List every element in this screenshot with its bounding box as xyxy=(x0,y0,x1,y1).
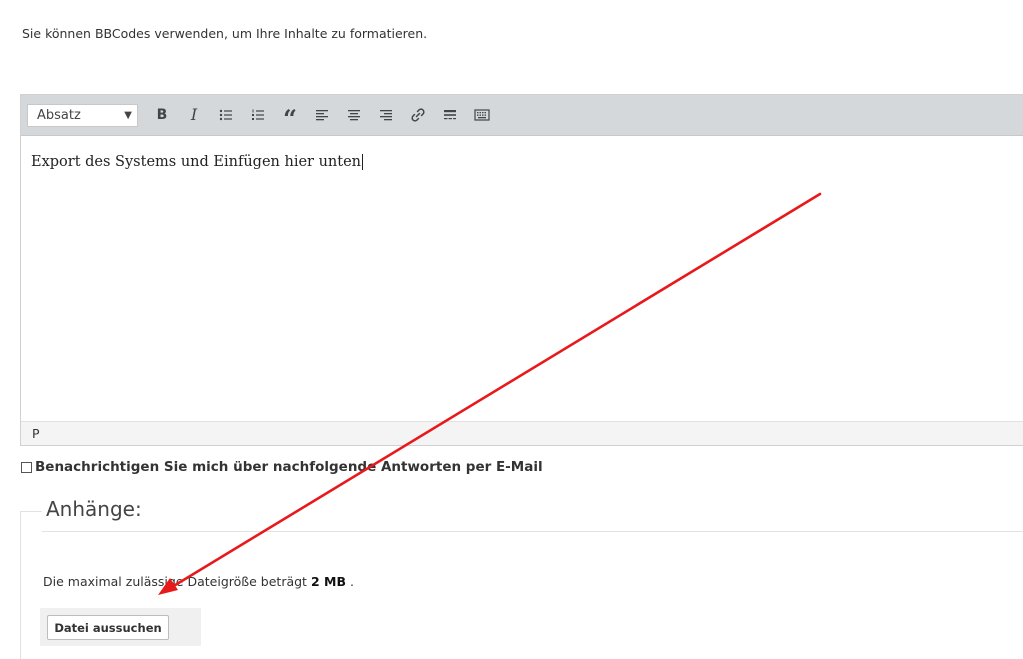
editor-statusbar: P xyxy=(21,421,1023,445)
bbcode-hint: Sie können BBCodes verwenden, um Ihre In… xyxy=(22,26,428,41)
link-icon xyxy=(411,108,425,122)
attachments-fieldset-border xyxy=(20,511,42,659)
link-button[interactable] xyxy=(402,101,434,129)
bullet-list-button[interactable] xyxy=(210,101,242,129)
element-path[interactable]: P xyxy=(32,426,40,441)
max-size-prefix: Die maximal zulässige Dateigröße beträgt xyxy=(43,574,307,589)
max-size-value: 2 MB xyxy=(310,574,346,589)
editor-content-text: Export des Systems und Einfügen hier unt… xyxy=(31,154,363,170)
align-center-icon xyxy=(348,110,360,121)
notify-option: Benachrichtigen Sie mich über nachfolgen… xyxy=(21,459,543,475)
caret-down-icon: ▼ xyxy=(124,109,132,121)
keyboard-icon xyxy=(474,109,490,121)
align-right-button[interactable] xyxy=(370,101,402,129)
format-select-value: Absatz xyxy=(37,107,81,123)
bold-icon: B xyxy=(156,107,168,123)
choose-file-button[interactable]: Datei aussuchen xyxy=(47,615,169,640)
editor-content[interactable]: Export des Systems und Einfügen hier unt… xyxy=(21,136,1023,421)
upload-area: Datei aussuchen xyxy=(40,608,201,646)
notify-checkbox[interactable] xyxy=(21,461,32,473)
bullet-list-icon xyxy=(219,109,232,121)
align-left-button[interactable] xyxy=(306,101,338,129)
horizontal-rule-icon xyxy=(444,110,456,120)
rich-text-editor: Absatz ▼ B I “ Export des Systems und Ei… xyxy=(20,94,1023,446)
numbered-list-icon xyxy=(252,109,264,120)
max-size-suffix: . xyxy=(349,574,354,589)
notify-label[interactable]: Benachrichtigen Sie mich über nachfolgen… xyxy=(35,459,543,475)
italic-button[interactable]: I xyxy=(178,101,210,129)
blockquote-button[interactable]: “ xyxy=(274,101,306,134)
keyboard-button[interactable] xyxy=(466,101,498,129)
quote-icon: “ xyxy=(283,104,297,134)
attachments-divider xyxy=(42,531,1023,532)
max-file-size-note: Die maximal zulässige Dateigröße beträgt… xyxy=(43,574,354,589)
italic-icon: I xyxy=(190,105,198,124)
align-center-button[interactable] xyxy=(338,101,370,129)
bold-button[interactable]: B xyxy=(146,101,178,129)
horizontal-rule-button[interactable] xyxy=(434,101,466,129)
editor-toolbar: Absatz ▼ B I “ xyxy=(21,95,1023,136)
attachments-legend: Anhänge: xyxy=(46,497,142,521)
numbered-list-button[interactable] xyxy=(242,101,274,129)
align-left-icon xyxy=(316,110,328,121)
align-right-icon xyxy=(380,110,392,121)
format-select[interactable]: Absatz ▼ xyxy=(27,103,138,127)
